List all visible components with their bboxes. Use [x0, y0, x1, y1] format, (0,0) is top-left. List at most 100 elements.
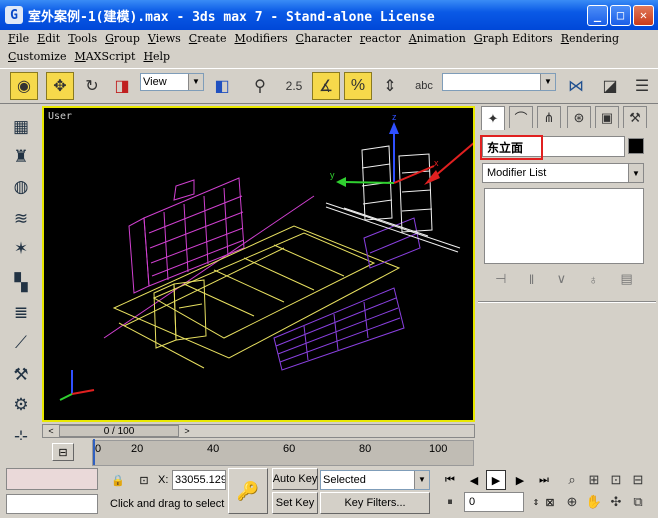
modifier-list-dropdown[interactable]: Modifier List ▼ [482, 163, 644, 183]
pivot-center-icon[interactable]: ◧ [208, 72, 236, 100]
edit-named-selection-icon[interactable]: abc [410, 72, 438, 100]
close-button[interactable]: ✕ [633, 4, 654, 26]
menu-help[interactable]: Help [139, 50, 174, 63]
spinner-snap-icon[interactable]: ⇕ [376, 72, 404, 100]
chevron-down-icon[interactable]: ▼ [188, 74, 203, 90]
x-coordinate-field[interactable]: 33055.129 [172, 470, 226, 490]
checker-icon[interactable]: ▚ [7, 270, 35, 296]
pan-icon[interactable]: ✋ [584, 492, 604, 512]
time-configuration-icon[interactable]: ⊠ [540, 492, 560, 512]
perspective-viewport[interactable]: User z y x [42, 106, 475, 422]
menu-rendering[interactable]: Rendering [557, 32, 623, 45]
remove-modifier-icon[interactable]: ♁ [588, 272, 598, 287]
key-filters-button[interactable]: Key Filters... [320, 492, 430, 514]
app-icon[interactable]: G [5, 6, 23, 24]
region-zoom-icon[interactable]: ⊕ [562, 492, 582, 512]
keyframe-track[interactable]: 0 20 40 60 80 100 [92, 439, 474, 466]
reactor-icon[interactable]: ✶ [7, 236, 35, 262]
layer-manager-icon[interactable]: ☰ [628, 72, 656, 100]
menu-customize[interactable]: Customize [4, 50, 70, 63]
time-slider[interactable]: < 0 / 100 > [42, 424, 475, 438]
menu-maxscript[interactable]: MAXScript [70, 50, 139, 63]
next-frame-icon[interactable]: ▶ [510, 470, 530, 490]
menu-character[interactable]: Character [292, 32, 356, 45]
menu-reactor[interactable]: reactor [356, 32, 405, 45]
stack-icon[interactable]: ≣ [7, 300, 35, 326]
modify-tab-icon[interactable]: ⌒ [509, 106, 533, 128]
select-link-icon[interactable]: ⚲ [246, 72, 274, 100]
menu-create[interactable]: Create [185, 32, 231, 45]
align-icon[interactable]: ◪ [596, 72, 624, 100]
menu-group[interactable]: Group [101, 32, 144, 45]
configure-modifier-sets-icon[interactable]: ▤ [621, 271, 633, 287]
time-prev-button[interactable]: < [43, 425, 59, 437]
menu-edit[interactable]: Edit [33, 32, 64, 45]
zoom-icon[interactable]: ⌕ [562, 470, 582, 490]
go-to-end-icon[interactable]: ⏭ [534, 470, 554, 490]
motion-tab-icon[interactable]: ⊛ [567, 106, 591, 128]
create-box-icon[interactable]: ▦ [7, 114, 35, 140]
reference-coordinate-dropdown[interactable]: View ▼ [140, 73, 204, 91]
modifier-list-label: Modifier List [487, 167, 547, 179]
key-mode-toggle-icon[interactable]: ⏸ [440, 492, 460, 512]
utilities-tab-icon[interactable]: ⚒ [623, 106, 647, 128]
display-tab-icon[interactable]: ▣ [595, 106, 619, 128]
maxscript-listener-field[interactable] [6, 468, 98, 490]
go-to-start-icon[interactable]: ⏮ [440, 470, 460, 490]
track-label-100: 100 [429, 443, 448, 455]
make-unique-icon[interactable]: ∨ [557, 271, 567, 287]
play-icon[interactable]: ▶ [486, 470, 506, 490]
scale-icon[interactable]: ◨ [108, 72, 136, 100]
constraint-icon[interactable]: ⚒ [7, 362, 35, 388]
minimize-button[interactable]: _ [587, 4, 608, 26]
menu-views[interactable]: Views [144, 32, 185, 45]
previous-frame-icon[interactable]: ◀ [464, 470, 484, 490]
chevron-down-icon[interactable]: ▼ [414, 471, 429, 489]
modifier-stack[interactable] [484, 188, 644, 264]
current-frame-field[interactable]: 0 [464, 492, 524, 512]
pin-stack-icon[interactable]: ⊣ [495, 271, 506, 287]
key-mode-dropdown[interactable]: Selected ▼ [320, 470, 430, 490]
gear-icon[interactable]: ⚙ [7, 392, 35, 418]
key-mode-icon[interactable]: 🔑 [228, 468, 268, 514]
zoom-all-icon[interactable]: ⊞ [584, 470, 604, 490]
menu-tools[interactable]: Tools [64, 32, 101, 45]
sphere-icon[interactable]: ◍ [7, 174, 35, 200]
auto-key-button[interactable]: Auto Key [272, 468, 318, 490]
zoom-extents-all-icon[interactable]: ⊟ [628, 470, 648, 490]
maximize-button[interactable]: □ [610, 4, 631, 26]
named-selection-dropdown[interactable]: ▼ [442, 73, 556, 91]
set-key-button[interactable]: Set Key [272, 492, 318, 514]
cloth-icon[interactable]: ♜ [7, 144, 35, 170]
track-label-20: 20 [131, 443, 144, 455]
chevron-down-icon[interactable]: ▼ [540, 74, 555, 90]
zoom-extents-icon[interactable]: ⊡ [606, 470, 626, 490]
absolute-mode-icon[interactable]: ⊡ [134, 470, 154, 490]
create-tab-icon[interactable]: ✦ [481, 106, 505, 130]
menu-animation[interactable]: Animation [405, 32, 470, 45]
rotate-icon[interactable]: ↻ [78, 72, 106, 100]
move-icon[interactable]: ✥ [46, 72, 74, 100]
menu-modifiers[interactable]: Modifiers [230, 32, 291, 45]
arc-rotate-icon[interactable]: ✣ [606, 492, 626, 512]
maximize-viewport-icon[interactable]: ⧉ [628, 492, 648, 512]
spring-icon[interactable]: ⟋ [7, 330, 35, 356]
chevron-down-icon[interactable]: ▼ [628, 164, 643, 182]
time-slider-thumb[interactable]: 0 / 100 [59, 425, 179, 437]
hierarchy-tab-icon[interactable]: ⋔ [537, 106, 561, 128]
menu-file[interactable]: File [4, 32, 33, 45]
mirror-icon[interactable]: ⋈ [562, 72, 590, 100]
select-object-icon[interactable]: ◉ [10, 72, 38, 100]
percent-snap-icon[interactable]: % [344, 72, 372, 100]
app-window: G 室外案例-1(建模).max - 3ds max 7 - Stand-alo… [0, 0, 658, 518]
time-next-button[interactable]: > [179, 425, 195, 437]
water-icon[interactable]: ≋ [7, 206, 35, 232]
menu-graph-editors[interactable]: Graph Editors [470, 32, 557, 45]
object-color-swatch[interactable] [628, 138, 644, 154]
snap-toggle-icon[interactable]: 2.5 [280, 72, 308, 100]
angle-snap-icon[interactable]: ∡ [312, 72, 340, 100]
curve-editor-icon[interactable]: ⊟ [52, 443, 74, 461]
lock-selection-icon[interactable]: 🔒 [108, 470, 128, 490]
maxscript-input-field[interactable] [6, 494, 98, 514]
show-end-result-icon[interactable]: ‖ [529, 272, 534, 287]
